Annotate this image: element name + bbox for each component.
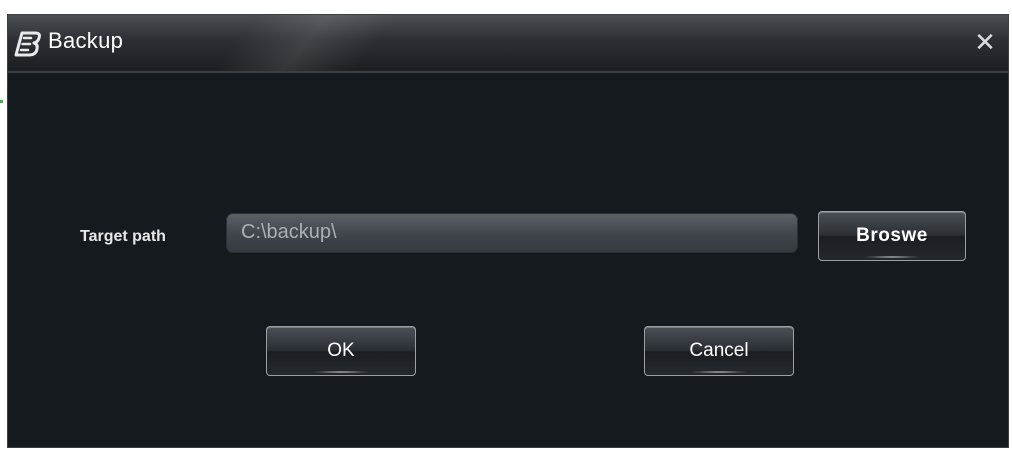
ok-button[interactable]: OK: [266, 326, 416, 376]
title-divider: [8, 71, 1008, 73]
target-path-input[interactable]: C:\backup\: [226, 213, 798, 253]
close-icon[interactable]: ✕: [972, 28, 998, 58]
title-bar-sheen: [127, 15, 489, 71]
background-strip: [0, 0, 1012, 14]
cancel-button[interactable]: Cancel: [644, 326, 794, 376]
target-path-row: Target path C:\backup\ Broswe: [8, 211, 1008, 269]
dialog-title: Backup: [48, 28, 124, 53]
target-path-label: Target path: [80, 228, 166, 245]
backup-dialog: Backup ✕ Target path C:\backup\ Broswe O…: [7, 14, 1009, 448]
background-mark: [0, 100, 3, 103]
title-bar[interactable]: Backup ✕: [8, 15, 1008, 71]
backup-b-icon: [12, 29, 44, 59]
browse-button[interactable]: Broswe: [818, 211, 966, 261]
